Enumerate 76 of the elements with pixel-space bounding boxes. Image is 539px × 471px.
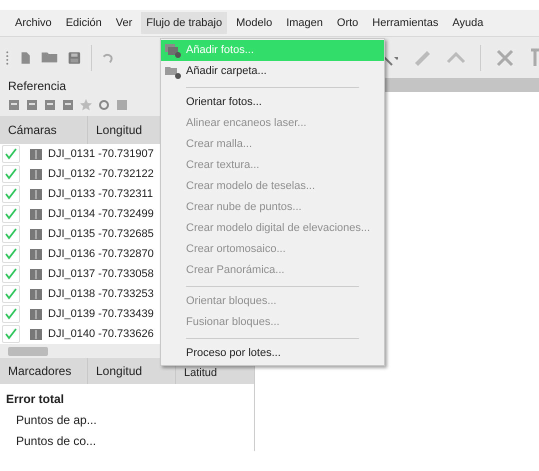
table-cell-text: DJI_0134 <box>48 206 96 222</box>
check-icon <box>5 248 17 260</box>
check-icon <box>5 188 17 200</box>
menu-item[interactable]: Ayuda <box>447 12 488 34</box>
check-icon <box>5 268 17 280</box>
table-cell-text: DJI_0132 <box>48 166 96 182</box>
table-cell-text: -70.731907 <box>98 146 154 162</box>
table-cell-text: -70.732311 <box>98 186 153 202</box>
checkbox[interactable] <box>2 165 20 183</box>
image-icon <box>30 168 42 180</box>
menu-item[interactable]: Archivo <box>10 12 57 34</box>
folder-add-icon <box>165 64 181 78</box>
checkbox[interactable] <box>2 305 20 323</box>
table-cell-text: -70.733253 <box>98 286 154 302</box>
table-cell-text: -70.732870 <box>98 246 154 262</box>
check-icon <box>5 148 17 160</box>
image-icon <box>30 248 42 260</box>
checkbox[interactable] <box>2 205 20 223</box>
tree-item[interactable]: Puntos de ap... <box>0 410 97 428</box>
check-icon <box>5 228 17 240</box>
table-cell-text: DJI_0137 <box>48 266 96 282</box>
check-icon <box>5 208 17 220</box>
check-icon <box>5 168 17 180</box>
table-icon[interactable] <box>26 99 38 111</box>
table-cell-text: DJI_0135 <box>48 226 96 242</box>
menu-item[interactable]: Edición <box>60 12 107 34</box>
column-header[interactable]: Cámaras <box>0 116 88 144</box>
table-cell-text: DJI_0133 <box>48 186 96 202</box>
tree-item[interactable]: Error total <box>0 390 64 408</box>
checkbox[interactable] <box>2 285 20 303</box>
checkbox[interactable] <box>2 265 20 283</box>
panel-title: Referencia <box>7 78 66 95</box>
checkbox[interactable] <box>2 225 20 243</box>
menu-item[interactable]: Herramientas <box>367 12 444 34</box>
table-cell-text: -70.732685 <box>98 226 154 242</box>
column-header[interactable]: Marcadores <box>0 358 88 384</box>
scrollbar-thumb[interactable] <box>8 346 48 356</box>
check-icon <box>5 328 17 340</box>
image-icon <box>30 288 42 300</box>
menu-item[interactable]: Añadir carpeta... <box>161 61 384 82</box>
menu-item[interactable]: Ver <box>110 12 138 34</box>
check-icon <box>5 288 17 300</box>
table-cell-text: -70.732499 <box>98 206 154 222</box>
menu-item[interactable]: Orto <box>332 12 364 34</box>
image-icon <box>30 148 42 160</box>
menu-item[interactable]: Orientar fotos... <box>161 92 384 113</box>
table-cell-text: -70.732122 <box>98 166 154 182</box>
table-cell-text: -70.733626 <box>98 326 154 342</box>
table-cell-text: DJI_0139 <box>48 306 96 322</box>
table-cell-text: DJI_0136 <box>48 246 96 262</box>
image-icon <box>30 208 42 220</box>
image-icon <box>30 188 42 200</box>
close-icon[interactable] <box>495 48 516 68</box>
checkbox[interactable] <box>2 145 20 163</box>
tree-item[interactable]: Puntos de co... <box>0 432 96 450</box>
image-icon <box>30 228 42 240</box>
table-cell-text: DJI_0140 <box>48 326 96 342</box>
table-icon[interactable] <box>8 99 20 111</box>
table-cell-text: DJI_0131 <box>48 146 96 162</box>
checkbox[interactable] <box>2 245 20 263</box>
check-icon <box>5 308 17 320</box>
table-cell-text: -70.733058 <box>98 266 154 282</box>
checkbox[interactable] <box>2 185 20 203</box>
star-icon[interactable] <box>80 99 92 111</box>
image-icon <box>30 308 42 320</box>
menu-item[interactable]: Imagen <box>281 12 328 34</box>
checkbox[interactable] <box>2 325 20 343</box>
settings-icon[interactable] <box>116 99 128 111</box>
image-icon <box>30 268 42 280</box>
menu-item[interactable]: Flujo de trabajo <box>141 12 228 34</box>
photos-add-icon <box>165 44 181 58</box>
menu-item[interactable]: Modelo <box>231 12 278 34</box>
table-cell-text: DJI_0138 <box>48 286 96 302</box>
refresh-icon[interactable] <box>98 99 110 111</box>
table-cell-text: -70.733439 <box>98 306 154 322</box>
image-icon <box>30 328 42 340</box>
